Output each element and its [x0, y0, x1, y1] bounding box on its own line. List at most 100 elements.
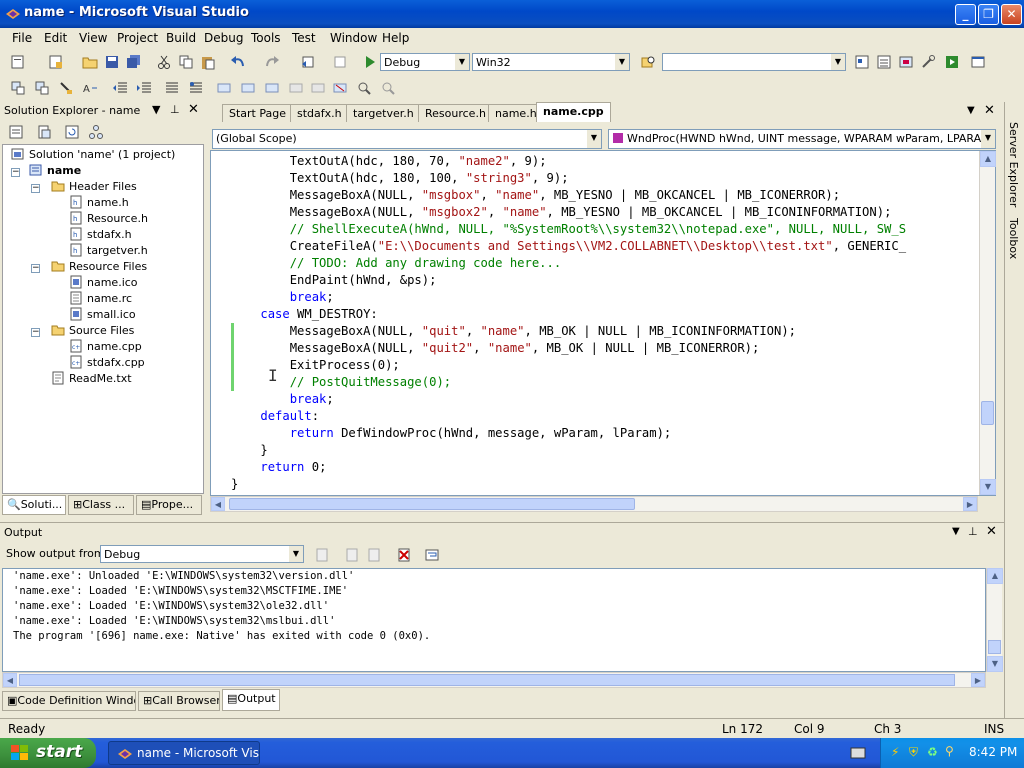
close-button[interactable]: ✕ [1001, 4, 1022, 25]
scroll-left-icon[interactable]: ◀ [3, 673, 17, 687]
tray-update-icon[interactable]: ♻ [927, 745, 938, 759]
object-browser-icon[interactable] [898, 54, 914, 70]
code-line[interactable]: TextOutA(hdc, 180, 100, "string3", 9); [231, 170, 979, 187]
tree-item-file[interactable]: name.ico [69, 275, 138, 289]
next-message-icon[interactable] [366, 547, 382, 563]
previous-message-icon[interactable] [344, 547, 360, 563]
keyboard-icon[interactable] [850, 746, 866, 760]
class-view-icon[interactable] [10, 80, 26, 96]
clear-bookmarks-icon[interactable] [332, 80, 348, 96]
tab-targetver-h[interactable]: targetver.h [346, 104, 421, 122]
new-project-icon[interactable] [10, 54, 26, 70]
scroll-left-icon[interactable]: ◀ [211, 497, 225, 511]
uncomment-lines-icon[interactable] [188, 80, 204, 96]
code-line[interactable]: ExitProcess(0); [231, 357, 979, 374]
title-bar[interactable]: name - Microsoft Visual Studio _ ❐ ✕ [0, 0, 1024, 28]
menu-debug[interactable]: Debug [204, 31, 243, 45]
clock[interactable]: 8:42 PM [969, 745, 1017, 759]
paste-icon[interactable] [200, 54, 216, 70]
tab-stdafx-h[interactable]: stdafx.h [290, 104, 349, 122]
code-line[interactable]: MessageBoxA(NULL, "quit2", "name", MB_OK… [231, 340, 979, 357]
collapse-icon[interactable]: − [31, 184, 40, 193]
collapse-icon[interactable]: − [31, 264, 40, 273]
menu-project[interactable]: Project [117, 31, 158, 45]
code-line[interactable]: break; [231, 289, 979, 306]
code-line[interactable]: case WM_DESTROY: [231, 306, 979, 323]
code-line[interactable]: CreateFileA("E:\\Documents and Settings\… [231, 238, 979, 255]
class-diagram-icon[interactable] [88, 124, 104, 140]
redo-icon[interactable] [264, 54, 280, 70]
scroll-thumb[interactable] [19, 674, 955, 686]
chevron-down-icon[interactable]: ▼ [152, 103, 160, 116]
menu-build[interactable]: Build [166, 31, 196, 45]
tools-icon[interactable] [920, 54, 936, 70]
pin-icon[interactable]: ⊥ [170, 103, 180, 116]
code-line[interactable]: // PostQuitMessage(0); [231, 374, 979, 391]
scroll-up-icon[interactable]: ▲ [987, 568, 1003, 584]
tree-item-file[interactable]: h stdafx.h [69, 227, 132, 241]
solution-explorer-icon[interactable] [854, 54, 870, 70]
tree-item-readme[interactable]: ReadMe.txt [51, 371, 132, 385]
menu-test[interactable]: Test [292, 31, 316, 45]
start-button[interactable]: start [0, 738, 96, 768]
start-debugging-icon[interactable] [362, 54, 378, 70]
properties-icon[interactable] [876, 54, 892, 70]
tab-output[interactable]: ▤Output [222, 689, 280, 711]
toggle-word-wrap-icon[interactable] [424, 547, 440, 563]
close-document-icon[interactable]: ✕ [984, 103, 995, 118]
clear-all-icon[interactable] [396, 547, 412, 563]
scroll-thumb[interactable] [988, 640, 1001, 654]
tree-item-file[interactable]: c+ stdafx.cpp [69, 355, 145, 369]
editor-vertical-scrollbar[interactable]: ▲ ▼ [979, 151, 996, 495]
close-icon[interactable]: ✕ [188, 102, 199, 117]
output-source-combo[interactable]: Debug ▼ [100, 545, 304, 563]
scroll-right-icon[interactable]: ▶ [963, 497, 977, 511]
menu-file[interactable]: File [12, 31, 32, 45]
menu-view[interactable]: View [79, 31, 107, 45]
save-icon[interactable] [104, 54, 120, 70]
tree-item-file[interactable]: name.rc [69, 291, 132, 305]
window-layout-icon[interactable] [970, 54, 986, 70]
output-vertical-scrollbar[interactable]: ▲ ▼ [986, 568, 1003, 672]
menu-tools[interactable]: Tools [251, 31, 281, 45]
tree-item-resource-files[interactable]: Resource Files [51, 259, 147, 273]
tab-solution-explorer[interactable]: 🔍Soluti... [2, 495, 66, 515]
editor-horizontal-scrollbar[interactable]: ◀ ▶ [210, 496, 978, 512]
code-line[interactable]: TextOutA(hdc, 180, 70, "name2", 9); [231, 153, 979, 170]
minimize-button[interactable]: _ [955, 4, 976, 25]
tree-item-source-files[interactable]: Source Files [51, 323, 134, 337]
menu-window[interactable]: Window [330, 31, 377, 45]
navigate-forward-icon[interactable] [332, 54, 348, 70]
add-item-icon[interactable] [48, 54, 64, 70]
next-bookmark-icon[interactable] [264, 80, 280, 96]
cut-icon[interactable] [156, 54, 172, 70]
code-text[interactable]: TextOutA(hdc, 180, 70, "name2", 9); Text… [231, 153, 979, 495]
tray-network-icon[interactable]: ⚡ [891, 745, 899, 759]
chevron-down-icon[interactable]: ▼ [967, 105, 975, 116]
code-editor[interactable]: TextOutA(hdc, 180, 70, "name2", 9); Text… [210, 150, 996, 496]
code-line[interactable]: break; [231, 391, 979, 408]
code-line[interactable]: MessageBoxA(NULL, "msgbox2", "name", MB_… [231, 204, 979, 221]
start-page-icon[interactable] [944, 54, 960, 70]
collapse-icon[interactable]: − [11, 168, 20, 177]
refresh-icon[interactable] [64, 124, 80, 140]
save-all-icon[interactable] [126, 54, 142, 70]
tree-item-file[interactable]: c+ name.cpp [69, 339, 142, 353]
navigate-backward-icon[interactable] [300, 54, 316, 70]
collapse-icon[interactable]: − [31, 328, 40, 337]
menu-help[interactable]: Help [382, 31, 409, 45]
tree-item-file[interactable]: h Resource.h [69, 211, 148, 225]
platform-combo[interactable]: Win32 ▼ [472, 53, 630, 71]
code-line[interactable]: // ShellExecuteA(hWnd, NULL, "%SystemRoo… [231, 221, 979, 238]
scope-combo[interactable]: (Global Scope) ▼ [212, 129, 602, 149]
scroll-thumb[interactable] [981, 401, 994, 425]
toggle-bookmark-icon[interactable] [216, 80, 232, 96]
find-message-icon[interactable] [314, 547, 330, 563]
code-line[interactable]: // TODO: Add any drawing code here... [231, 255, 979, 272]
restore-button[interactable]: ❐ [978, 4, 999, 25]
code-line[interactable]: return DefWindowProc(hWnd, message, wPar… [231, 425, 979, 442]
open-file-icon[interactable] [82, 54, 98, 70]
code-line[interactable]: MessageBoxA(NULL, "quit", "name", MB_OK … [231, 323, 979, 340]
undo-icon[interactable] [230, 54, 246, 70]
code-line[interactable]: default: [231, 408, 979, 425]
